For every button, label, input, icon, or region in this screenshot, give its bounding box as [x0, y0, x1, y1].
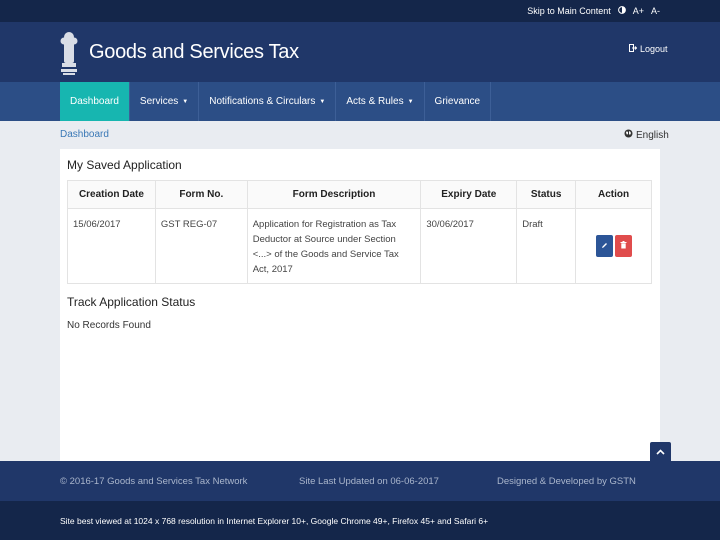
logout-icon	[629, 44, 638, 54]
caret-down-icon: ▼	[182, 98, 189, 105]
trash-icon	[620, 241, 627, 249]
scroll-to-top-button[interactable]	[650, 442, 671, 463]
nav-item-services[interactable]: Services ▼	[130, 82, 200, 121]
table-header-row: Creation Date Form No. Form Description …	[67, 180, 652, 209]
font-decrease-button[interactable]: A-	[651, 6, 660, 16]
globe-icon	[624, 129, 633, 141]
breadcrumb[interactable]: Dashboard	[60, 129, 109, 140]
site-title[interactable]: Goods and Services Tax	[89, 41, 299, 64]
nav-item-dashboard[interactable]: Dashboard	[60, 82, 130, 121]
column-header: Form No.	[154, 180, 248, 209]
saved-application-title: My Saved Application	[67, 158, 182, 172]
designed-by-text: Designed & Developed by GSTN	[497, 476, 636, 487]
nav-item-label: Notifications & Circulars	[209, 96, 316, 107]
nav-item-label: Acts & Rules	[346, 96, 404, 107]
edit-button[interactable]	[595, 235, 613, 257]
form-description-cell: Application for Registration as Tax Dedu…	[246, 208, 422, 284]
nav-item-acts-rules[interactable]: Acts & Rules ▼	[336, 82, 425, 121]
expiry-date-cell: 30/06/2017	[420, 208, 518, 284]
status-cell: Draft	[516, 208, 577, 284]
best-viewed-text: Site best viewed at 1024 x 768 resolutio…	[60, 516, 489, 526]
main-nav: Dashboard Services ▼ Notifications & Cir…	[0, 82, 720, 121]
logout-label: Logout	[640, 44, 668, 54]
saved-application-table: Creation Date Form No. Form Description …	[67, 180, 652, 284]
column-header: Status	[516, 180, 577, 209]
pencil-icon	[601, 243, 607, 248]
language-label: English	[636, 129, 669, 141]
site-footer: © 2016-17 Goods and Services Tax Network…	[0, 461, 720, 501]
national-emblem-icon	[58, 27, 80, 77]
nav-item-notifications-circulars[interactable]: Notifications & Circulars ▼	[199, 82, 337, 121]
column-header: Action	[575, 180, 652, 209]
nav-item-grievance[interactable]: Grievance	[425, 82, 492, 121]
no-records-text: No Records Found	[67, 320, 151, 331]
creation-date-cell: 15/06/2017	[67, 208, 156, 284]
contrast-icon[interactable]	[617, 6, 626, 16]
bottom-bar: Site best viewed at 1024 x 768 resolutio…	[0, 501, 720, 540]
language-selector[interactable]: English	[624, 129, 669, 141]
chevron-up-icon	[656, 447, 665, 458]
nav-item-label: Grievance	[434, 96, 481, 107]
action-cell	[575, 208, 652, 284]
skip-to-main-link[interactable]: Skip to Main Content	[527, 6, 611, 16]
nav-item-label: Services	[139, 96, 179, 107]
column-header: Creation Date	[67, 180, 156, 209]
dashboard-panel: My Saved Application Creation Date Form …	[60, 149, 660, 461]
track-application-title: Track Application Status	[67, 295, 196, 309]
top-utility-bar: Skip to Main Content A+ A-	[0, 0, 720, 22]
nav-item-label: Dashboard	[70, 96, 119, 107]
column-header: Form Description	[246, 180, 422, 209]
caret-down-icon: ▼	[319, 98, 326, 105]
copyright-text: © 2016-17 Goods and Services Tax Network	[60, 476, 248, 487]
column-header: Expiry Date	[420, 180, 518, 209]
table-row: 15/06/2017 GST REG-07 Application for Re…	[67, 208, 652, 284]
logout-button[interactable]: Logout	[629, 44, 668, 54]
site-header: Goods and Services Tax Logout	[0, 22, 720, 82]
font-increase-button[interactable]: A+	[633, 6, 644, 16]
last-updated-text: Site Last Updated on 06-06-2017	[299, 476, 439, 487]
form-no-cell: GST REG-07	[154, 208, 248, 284]
delete-button[interactable]	[614, 235, 632, 257]
caret-down-icon: ▼	[407, 98, 414, 105]
